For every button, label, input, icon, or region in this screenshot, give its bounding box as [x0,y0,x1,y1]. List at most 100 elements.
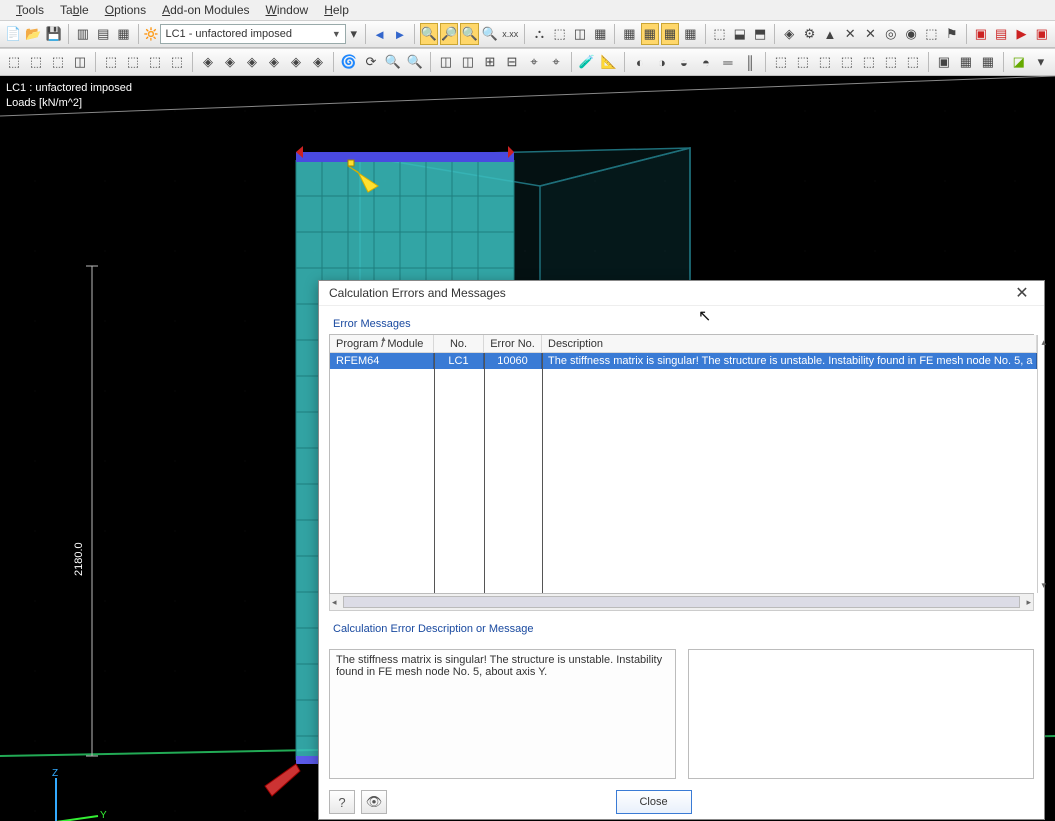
tb2-f-icon[interactable]: ⬚ [123,51,143,73]
tb2-m-icon[interactable]: ◈ [286,51,306,73]
menu-help[interactable]: Help [316,3,357,17]
tb-m-icon[interactable]: ◎ [882,23,900,45]
tb2-a-icon[interactable]: ⬚ [4,51,24,73]
tb2-q-icon[interactable]: 🔍 [383,51,403,73]
tb2-g-icon[interactable]: ⬚ [145,51,165,73]
tb2-i-icon[interactable]: ◈ [198,51,218,73]
tb2-af-icon[interactable]: ║ [740,51,760,73]
eye-button[interactable]: 👁 [361,790,387,814]
tb-t-icon[interactable]: ▣ [1033,23,1051,45]
horizontal-scrollbar[interactable]: ◂▸ [329,594,1034,611]
menu-addon[interactable]: Add-on Modules [154,3,257,17]
tb2-ak-icon[interactable]: ⬚ [859,51,879,73]
tb2-k-icon[interactable]: ◈ [242,51,262,73]
tb2-ae-icon[interactable]: ═ [718,51,738,73]
tb-grid2-icon[interactable]: ▦ [641,23,659,45]
tb2-v-icon[interactable]: ⊟ [502,51,522,73]
tb2-n-icon[interactable]: ◈ [308,51,328,73]
tb2-an-icon[interactable]: ▣ [934,51,954,73]
tb-a-icon[interactable]: ⛬ [530,23,548,45]
tb2-aa-icon[interactable]: ◐ [630,51,650,73]
tb2-w-icon[interactable]: ⌖ [524,51,544,73]
tb-q-icon[interactable]: ▣ [972,23,990,45]
tb-save-icon[interactable]: 💾 [45,23,63,45]
close-icon[interactable]: ✕ [1010,283,1034,303]
menu-tools[interactable]: Tools [8,3,52,17]
menu-table[interactable]: Table [52,3,97,17]
close-button[interactable]: Close [616,790,692,814]
tb2-y-icon[interactable]: 🧪 [577,51,597,73]
tb-n-icon[interactable]: ◉ [902,23,920,45]
th-no[interactable]: No. [434,335,484,352]
tb-panel1-icon[interactable]: ▥ [74,23,92,45]
zoom4-icon[interactable]: 🔍 [481,23,499,45]
tb-e-icon[interactable]: ⬚ [710,23,728,45]
errors-table[interactable]: Program / Module▲ No. Error No. Descript… [330,335,1037,593]
tb-grid4-icon[interactable]: ▦ [681,23,699,45]
tb2-ah-icon[interactable]: ⬚ [793,51,813,73]
tb2-ad-icon[interactable]: ◓ [696,51,716,73]
tb-open-icon[interactable]: 📂 [24,23,42,45]
tb2-z-icon[interactable]: 📐 [599,51,619,73]
tb-r-icon[interactable]: ▤ [992,23,1010,45]
tb2-p-icon[interactable]: ⟳ [361,51,381,73]
tb-f-icon[interactable]: ⬓ [731,23,749,45]
th-program[interactable]: Program / Module▲ [330,335,434,352]
th-errorno[interactable]: Error No. [484,335,542,352]
tb-k-icon[interactable]: ✕ [841,23,859,45]
tb-b-icon[interactable]: ⬚ [551,23,569,45]
tb2-r-icon[interactable]: 🔍 [405,51,425,73]
zoom1-icon[interactable]: 🔍 [420,23,438,45]
tb2-c-icon[interactable]: ⬚ [48,51,68,73]
tb2-ab-icon[interactable]: ◑ [652,51,672,73]
tb-panel2-icon[interactable]: ▤ [94,23,112,45]
tb2-l-icon[interactable]: ◈ [264,51,284,73]
tb2-b-icon[interactable]: ⬚ [26,51,46,73]
tb2-ar-icon[interactable]: ▾ [1031,51,1051,73]
tb-xxx-icon[interactable]: x.xx [501,23,519,45]
tb-i-icon[interactable]: ⚙ [800,23,818,45]
tb2-ap-icon[interactable]: ▦ [978,51,998,73]
tb2-am-icon[interactable]: ⬚ [903,51,923,73]
tb-grid1-icon[interactable]: ▦ [620,23,638,45]
tb2-ai-icon[interactable]: ⬚ [815,51,835,73]
help-button[interactable]: ? [329,790,355,814]
tb2-t-icon[interactable]: ◫ [458,51,478,73]
tb2-ac-icon[interactable]: ◒ [674,51,694,73]
tb2-e-icon[interactable]: ⬚ [101,51,121,73]
tb2-u-icon[interactable]: ⊞ [480,51,500,73]
th-description[interactable]: Description [542,335,1037,352]
loadcase-combo[interactable]: LC1 - unfactored imposed ▼ [160,24,345,44]
tb2-al-icon[interactable]: ⬚ [881,51,901,73]
table-row[interactable]: RFEM64 LC1 10060 The stiffness matrix is… [330,353,1037,369]
tb2-ag-icon[interactable]: ⬚ [771,51,791,73]
tb2-d-icon[interactable]: ◫ [70,51,90,73]
tb2-j-icon[interactable]: ◈ [220,51,240,73]
tb2-o-icon[interactable]: 🌀 [339,51,359,73]
tb-panel3-icon[interactable]: ▦ [114,23,132,45]
tb-grid3-icon[interactable]: ▦ [661,23,679,45]
tb2-ao-icon[interactable]: ▦ [956,51,976,73]
vertical-scrollbar[interactable] [1037,335,1038,593]
tb-dd2-icon[interactable]: ▾ [348,23,360,45]
tb-j-icon[interactable]: ▲ [821,23,839,45]
menu-window[interactable]: Window [258,3,317,17]
tb-d-icon[interactable]: ▦ [591,23,609,45]
tb-new-icon[interactable]: 📄 [4,23,22,45]
tb-h-icon[interactable]: ◈ [780,23,798,45]
tb2-s-icon[interactable]: ◫ [436,51,456,73]
tb-p-icon[interactable]: ⚑ [943,23,961,45]
menu-options[interactable]: Options [97,3,154,17]
tb-s-icon[interactable]: ▶ [1012,23,1030,45]
zoom2-icon[interactable]: 🔎 [440,23,458,45]
tb-l-icon[interactable]: ✕ [861,23,879,45]
tb2-x-icon[interactable]: ⌖ [546,51,566,73]
tb2-aq-icon[interactable]: ◪ [1009,51,1029,73]
dialog-titlebar[interactable]: Calculation Errors and Messages ✕ [319,281,1044,306]
nav-prev-icon[interactable]: ◄ [370,23,388,45]
nav-next-icon[interactable]: ► [391,23,409,45]
tb2-h-icon[interactable]: ⬚ [167,51,187,73]
tb-g-icon[interactable]: ⬒ [751,23,769,45]
tb-o-icon[interactable]: ⬚ [922,23,940,45]
tb2-aj-icon[interactable]: ⬚ [837,51,857,73]
